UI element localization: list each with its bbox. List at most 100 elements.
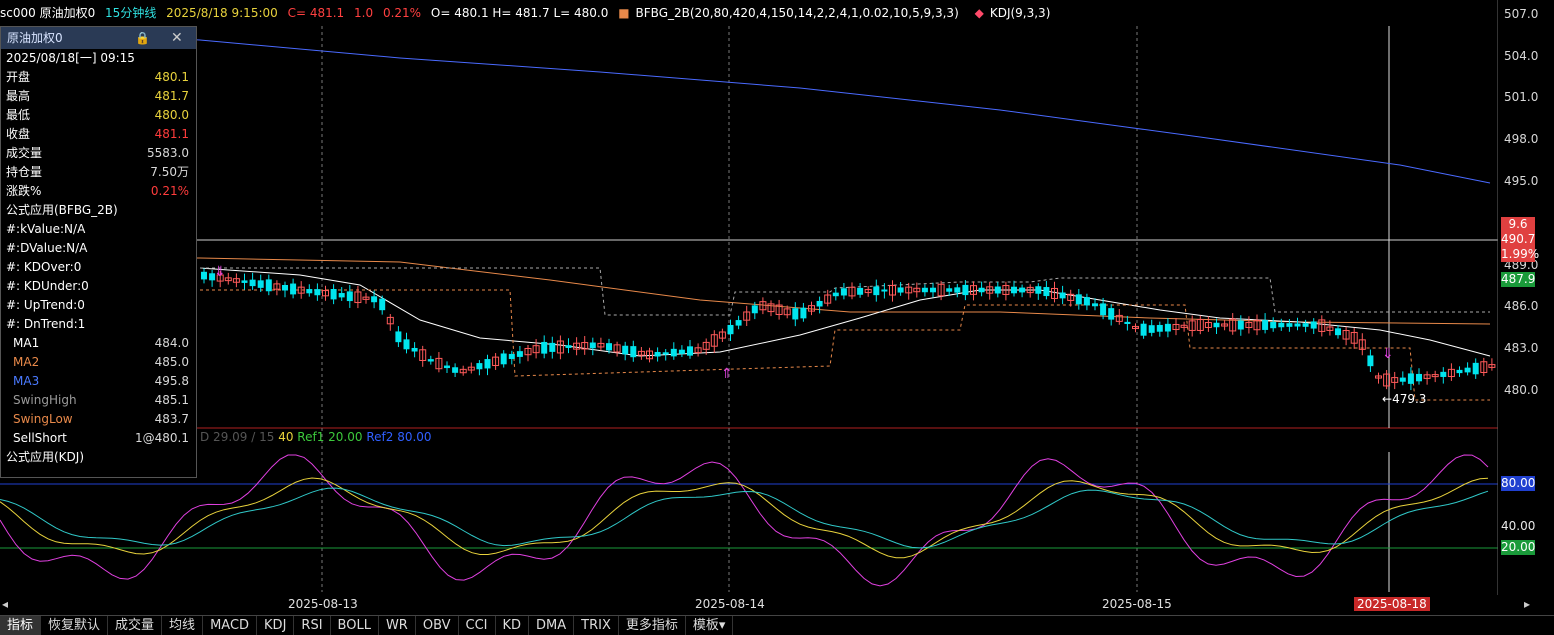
- indicator-tab[interactable]: 更多指标: [619, 616, 686, 635]
- indicator-tab[interactable]: OBV: [416, 616, 459, 635]
- close-icon[interactable]: ✕: [171, 27, 183, 49]
- sell-signal-icon: ⇓: [214, 264, 226, 280]
- indicator-tab[interactable]: DMA: [529, 616, 575, 635]
- candle-body: [500, 353, 507, 365]
- panel-row: 成交量 5583.0: [1, 144, 196, 163]
- date-label: 2025-08-18: [1354, 597, 1430, 611]
- symbol-label: sc000 原油加权0: [0, 6, 96, 20]
- candle-body: [1416, 373, 1422, 382]
- candle-body: [516, 351, 523, 357]
- candle-body: [241, 280, 248, 283]
- price-tick: 498.0: [1504, 132, 1539, 146]
- panel-row: 最低 480.0: [1, 106, 196, 125]
- candle-body: [444, 365, 450, 369]
- lock-icon[interactable]: 🔒: [135, 27, 150, 49]
- candle-body: [1399, 377, 1406, 382]
- panel-row-value: 480.1: [154, 70, 189, 84]
- panel-row-value: 481.7: [154, 89, 189, 103]
- kdj-header: D 29.09 / 15 40 Ref1 20.00 Ref2 80.00: [200, 429, 432, 445]
- candle-body: [1140, 323, 1147, 336]
- candle-body: [994, 286, 1001, 294]
- price-tick: 504.0: [1504, 49, 1539, 63]
- candle-body: [1059, 292, 1066, 299]
- candle-body: [606, 343, 612, 351]
- panel-row-label: 持仓量: [6, 165, 43, 179]
- panel-row-label: 收盘: [6, 127, 31, 141]
- indicator-row: MA3 495.8: [1, 372, 196, 391]
- indicator-tab[interactable]: 指标: [0, 616, 42, 635]
- indicator-tab[interactable]: MACD: [203, 616, 258, 635]
- kdj-80-marker: 80.00: [1501, 476, 1536, 491]
- candle-body: [816, 300, 823, 307]
- scroll-left-icon[interactable]: ◂: [2, 597, 8, 611]
- candle-body: [792, 308, 799, 320]
- time-axis[interactable]: ◂ ▸: [0, 595, 1554, 615]
- candle-body: [395, 331, 402, 343]
- indicator-tab[interactable]: KD: [496, 616, 530, 635]
- indicator-tab[interactable]: BOLL: [331, 616, 379, 635]
- panel-row-value: 481.1: [154, 127, 189, 141]
- candle-body: [1472, 362, 1479, 375]
- candle-body: [1156, 324, 1163, 332]
- indicator-tab[interactable]: 成交量: [108, 616, 163, 635]
- swinglow-line: [200, 289, 1490, 401]
- buy-signal-icon: ⇑: [721, 366, 733, 382]
- candle-body: [1278, 322, 1285, 328]
- indicator-tab[interactable]: 均线: [162, 616, 204, 635]
- candle-body: [978, 287, 985, 293]
- indicator-row-value: 1@480.1: [135, 431, 189, 445]
- price-marker: 490.7: [1501, 232, 1536, 247]
- indicator-row-value: 483.7: [154, 412, 189, 426]
- candle-body: [1213, 322, 1220, 328]
- indicator-row-label: SellShort: [13, 431, 67, 445]
- candle-body: [735, 320, 742, 326]
- candle-body: [290, 283, 297, 295]
- date-label: 2025-08-13: [288, 597, 358, 611]
- candle-body: [452, 367, 459, 373]
- panel-row-value: 5583.0: [147, 146, 189, 160]
- indicator-tab[interactable]: WR: [379, 616, 416, 635]
- indicator-tab[interactable]: 恢复默认: [41, 616, 109, 635]
- change-abs: 1.0: [354, 6, 374, 20]
- candle-body: [589, 342, 596, 349]
- close-label: C= 481.1: [287, 6, 345, 20]
- date-label: 2025-08-15: [1102, 597, 1172, 611]
- candle-body: [930, 287, 936, 293]
- panel-row-value: 0.21%: [150, 184, 189, 198]
- price-tick: 495.0: [1504, 174, 1539, 188]
- candle-body: [1464, 367, 1471, 373]
- candle-body: [201, 271, 207, 280]
- candle-body: [265, 279, 272, 292]
- candle-body: [1092, 303, 1098, 307]
- candle-body: [306, 289, 313, 294]
- candle-body: [727, 324, 734, 335]
- candle-body: [1310, 321, 1317, 329]
- candle-body: [1124, 321, 1131, 325]
- candle-body: [1407, 373, 1414, 384]
- price-tick: 480.0: [1504, 383, 1539, 397]
- candle-body: [873, 286, 880, 296]
- indicator-tab[interactable]: KDJ: [257, 616, 295, 635]
- candle-body: [549, 342, 556, 352]
- scroll-right-icon[interactable]: ▸: [1524, 597, 1530, 611]
- kdj-formula-title: 公式应用(KDJ): [6, 450, 85, 464]
- candle-body: [330, 289, 337, 300]
- kdj-prefix: D 29.09 / 15: [200, 430, 275, 444]
- indicator-tab[interactable]: RSI: [294, 616, 331, 635]
- indicator-row-value: 495.8: [154, 374, 189, 388]
- indicator-row-value: 484.0: [154, 336, 189, 350]
- period-label: 15分钟线: [105, 6, 157, 20]
- indicator-tab-bar: 指标 恢复默认 成交量 均线 MACD KDJ RSI BOLL WR OBV CCI KD DMA TR…: [0, 615, 1554, 635]
- candle-body: [484, 359, 491, 369]
- indicator-tab[interactable]: 模板▾: [686, 616, 734, 635]
- candle-body: [411, 347, 418, 352]
- indicator-tab[interactable]: TRIX: [574, 616, 619, 635]
- candle-body: [954, 287, 961, 293]
- candle-body: [654, 351, 661, 357]
- formula1-text: BFBG_2B(20,80,420,4,150,14,2,2,4,1,0.02,…: [635, 6, 959, 20]
- candle-body: [427, 359, 434, 362]
- price-chart[interactable]: ⇓ ⇑ ⇓: [0, 0, 1498, 596]
- indicator-tab[interactable]: CCI: [459, 616, 496, 635]
- candle-body: [403, 339, 410, 350]
- candle-body: [346, 291, 353, 302]
